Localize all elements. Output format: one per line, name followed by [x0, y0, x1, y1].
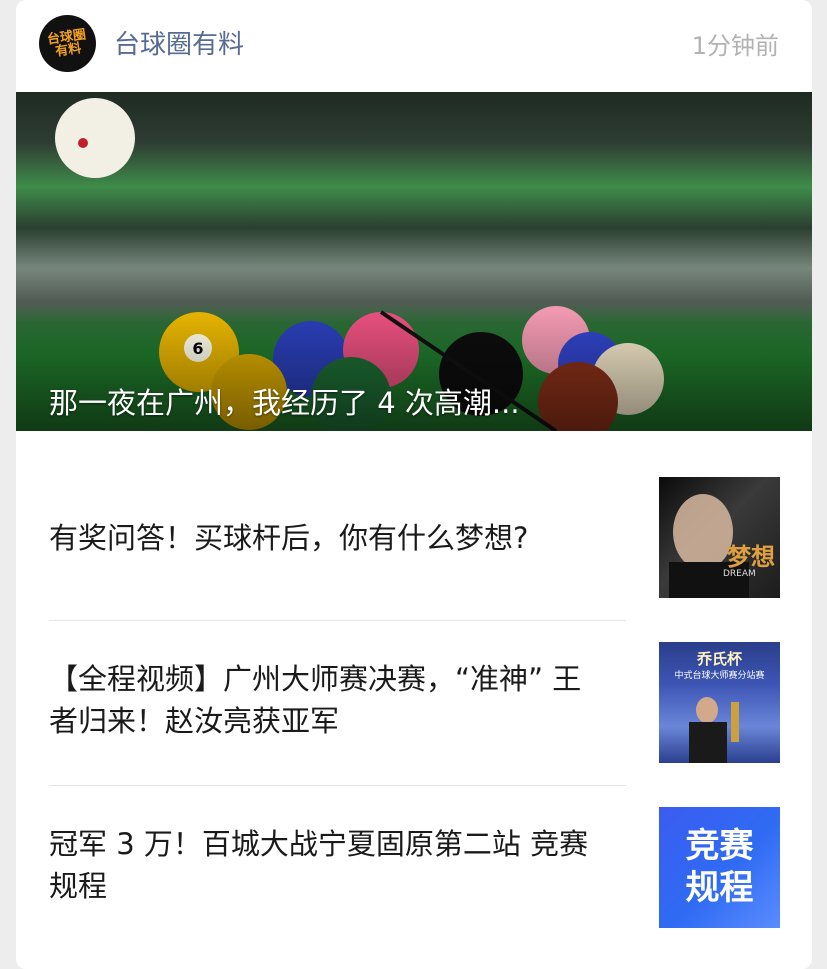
article-thumbnail: 梦想 DREAM: [659, 477, 780, 598]
publish-time: 1分钟前: [691, 32, 779, 60]
cover-article[interactable]: 6 那一夜在广州，我经历了 4 次高潮...: [16, 92, 812, 431]
article-item[interactable]: 冠军 3 万！百城大战宁夏固原第二站 竞赛规程 竞赛 规程: [16, 785, 812, 950]
article-thumbnail: 乔氏杯 中式台球大师赛分站赛: [659, 642, 780, 763]
article-title: 有奖问答！买球杆后，你有什么梦想?: [49, 521, 529, 555]
player-face: [673, 494, 733, 570]
article-item[interactable]: 【全程视频】广州大师赛决赛，“准神” 王者归来！赵汝亮获亚军 乔氏杯 中式台球大…: [16, 620, 812, 786]
article-title: 【全程视频】广州大师赛决赛，“准神” 王者归来！赵汝亮获亚军: [49, 662, 582, 738]
thumb-caption: 梦想: [727, 543, 775, 571]
cue-ball-dot: [78, 138, 88, 148]
avatar-logo: 台球圈 有料: [46, 26, 87, 60]
card-header: 台球圈 有料 台球圈有料 1分钟前: [16, 0, 812, 92]
trophy: [731, 702, 739, 742]
thumb-subcaption: DREAM: [723, 569, 756, 579]
article-item[interactable]: 有奖问答！买球杆后，你有什么梦想? 梦想 DREAM: [16, 455, 812, 621]
player-body: [689, 722, 727, 763]
cover-title: 那一夜在广州，我经历了 4 次高潮...: [49, 386, 520, 420]
cue-ball: [55, 98, 135, 178]
thumb-caption-line1: 竞赛: [685, 826, 754, 866]
article-thumbnail: 竞赛 规程: [659, 807, 780, 928]
article-title: 冠军 3 万！百城大战宁夏固原第二站 竞赛规程: [49, 827, 589, 903]
account-name[interactable]: 台球圈有料: [114, 24, 244, 61]
account-avatar[interactable]: 台球圈 有料: [39, 15, 96, 72]
player-head: [696, 697, 718, 723]
thumb-caption-line2: 规程: [685, 868, 754, 908]
article-card: 台球圈 有料 台球圈有料 1分钟前 6 那一夜在广州，我经历了 4 次高潮...: [16, 0, 812, 969]
